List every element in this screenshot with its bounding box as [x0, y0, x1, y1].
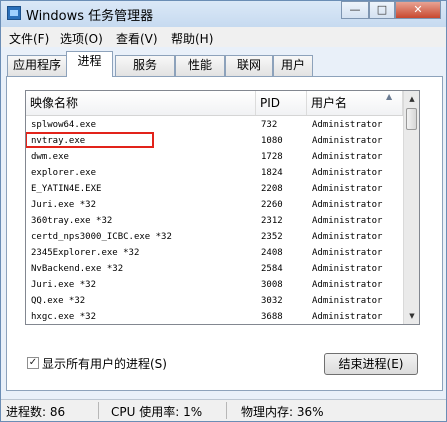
- cell-user: Administrator: [312, 232, 383, 242]
- menu-options[interactable]: 选项(O): [60, 30, 103, 47]
- cell-user: Administrator: [312, 152, 383, 162]
- cpu-usage: CPU 使用率: 1%: [111, 405, 203, 419]
- status-bar: 进程数: 86 CPU 使用率: 1% 物理内存: 36%: [1, 399, 446, 421]
- cell-user: Administrator: [312, 280, 383, 290]
- table-row[interactable]: E_YATIN4E.EXE 2208 Administrator: [26, 181, 403, 197]
- menu-file[interactable]: 文件(F): [9, 30, 49, 47]
- table-row[interactable]: nvtray.exe 1080 Administrator: [26, 132, 403, 149]
- cell-name: certd_nps3000_ICBC.exe *32: [31, 232, 172, 242]
- table-row[interactable]: QQ.exe *32 3032 Administrator: [26, 293, 403, 309]
- cell-pid: 1728: [261, 152, 283, 162]
- cell-name: dwm.exe: [31, 152, 69, 162]
- cell-user: Administrator: [312, 168, 383, 178]
- cell-name: Juri.exe *32: [31, 200, 97, 210]
- cell-pid: 2208: [261, 184, 283, 194]
- cell-user: Administrator: [312, 248, 383, 258]
- table-row[interactable]: explorer.exe 1824 Administrator: [26, 165, 403, 181]
- menu-view[interactable]: 查看(V): [116, 30, 158, 47]
- column-header-pid[interactable]: PID: [256, 91, 307, 115]
- cell-user: Administrator: [312, 296, 383, 306]
- task-manager-window: Windows 任务管理器 — □ ✕ 文件(F) 选项(O) 查看(V) 帮助…: [0, 0, 447, 422]
- cell-name: 360tray.exe *32: [31, 216, 113, 226]
- cell-user: Administrator: [312, 312, 383, 322]
- cell-user: Administrator: [312, 200, 383, 210]
- cell-pid: 732: [261, 120, 278, 130]
- table-row[interactable]: dwm.exe 1728 Administrator: [26, 149, 403, 165]
- cell-user: Administrator: [312, 184, 383, 194]
- cell-pid: 2260: [261, 200, 283, 210]
- close-button[interactable]: ✕: [395, 1, 441, 19]
- cell-name: QQ.exe *32: [31, 296, 86, 306]
- column-header-image-name[interactable]: 映像名称: [26, 91, 256, 115]
- cell-user: Administrator: [312, 136, 383, 146]
- process-list[interactable]: 映像名称 PID 用户名 ▲ splwow64.exe 732 Administra…: [25, 90, 420, 325]
- cell-name: explorer.exe: [31, 168, 97, 178]
- minimize-button[interactable]: —: [341, 1, 369, 19]
- title-bar[interactable]: Windows 任务管理器 — □ ✕: [1, 1, 446, 27]
- tab-processes[interactable]: 进程: [66, 51, 113, 77]
- scroll-up-icon[interactable]: ▲: [405, 91, 419, 107]
- tab-networking[interactable]: 联网: [225, 55, 273, 76]
- cell-user: Administrator: [312, 120, 383, 130]
- table-row[interactable]: Juri.exe *32 2260 Administrator: [26, 197, 403, 213]
- cell-pid: 2408: [261, 248, 283, 258]
- cell-pid: 2352: [261, 232, 283, 242]
- sort-ascending-icon: ▲: [386, 92, 393, 101]
- scroll-thumb[interactable]: [406, 108, 417, 130]
- tab-applications[interactable]: 应用程序: [7, 55, 67, 76]
- table-row[interactable]: Juri.exe *32 3008 Administrator: [26, 277, 403, 293]
- table-row[interactable]: certd_nps3000_ICBC.exe *32 2352 Administra…: [26, 229, 403, 245]
- cell-pid: 3032: [261, 296, 283, 306]
- show-all-users-checkbox[interactable]: ✓: [27, 357, 39, 369]
- window-title: Windows 任务管理器: [26, 9, 154, 24]
- table-row[interactable]: hxgc.exe *32 3688 Administrator: [26, 309, 403, 324]
- table-row[interactable]: 2345Explorer.exe *32 2408 Administrator: [26, 245, 403, 261]
- task-manager-icon: [7, 6, 21, 20]
- table-row[interactable]: 360tray.exe *32 2312 Administrator: [26, 213, 403, 229]
- show-all-users-label[interactable]: 显示所有用户的进程(S): [42, 355, 167, 372]
- end-process-button[interactable]: 结束进程(E): [324, 353, 418, 375]
- memory-usage: 物理内存: 36%: [241, 405, 324, 419]
- tab-services[interactable]: 服务: [115, 55, 175, 76]
- close-icon: ✕: [413, 3, 423, 16]
- table-row[interactable]: NvBackend.exe *32 2584 Administrator: [26, 261, 403, 277]
- vertical-scrollbar[interactable]: ▲ ▼: [403, 91, 419, 324]
- cell-name: hxgc.exe *32: [31, 312, 97, 322]
- cell-pid: 1824: [261, 168, 283, 178]
- status-divider: [98, 402, 99, 419]
- cell-pid: 2312: [261, 216, 283, 226]
- tab-performance[interactable]: 性能: [175, 55, 225, 76]
- cell-name: E_YATIN4E.EXE: [31, 184, 102, 194]
- cell-pid: 3008: [261, 280, 283, 290]
- cell-user: Administrator: [312, 264, 383, 274]
- table-row[interactable]: splwow64.exe 732 Administrator: [26, 117, 403, 133]
- cell-name: splwow64.exe: [31, 120, 97, 130]
- cell-pid: 3688: [261, 312, 283, 322]
- menu-bar: 文件(F) 选项(O) 查看(V) 帮助(H): [1, 27, 446, 47]
- minimize-icon: —: [349, 3, 361, 16]
- highlight-annotation-box: [26, 132, 154, 148]
- cell-pid: 1080: [261, 136, 283, 146]
- menu-help[interactable]: 帮助(H): [171, 30, 213, 47]
- process-count: 进程数: 86: [6, 405, 66, 419]
- tab-strip: 应用程序 进程 服务 性能 联网 用户: [1, 47, 446, 77]
- cell-name: 2345Explorer.exe *32: [31, 248, 140, 258]
- cell-pid: 2584: [261, 264, 283, 274]
- tab-users[interactable]: 用户: [273, 55, 313, 76]
- cell-name: Juri.exe *32: [31, 280, 97, 290]
- scroll-down-icon[interactable]: ▼: [405, 308, 419, 324]
- maximize-icon: □: [376, 3, 388, 16]
- status-divider: [226, 402, 227, 419]
- cell-user: Administrator: [312, 216, 383, 226]
- maximize-button[interactable]: □: [369, 1, 395, 19]
- list-header: 映像名称 PID 用户名 ▲: [26, 91, 403, 116]
- cell-name: NvBackend.exe *32: [31, 264, 124, 274]
